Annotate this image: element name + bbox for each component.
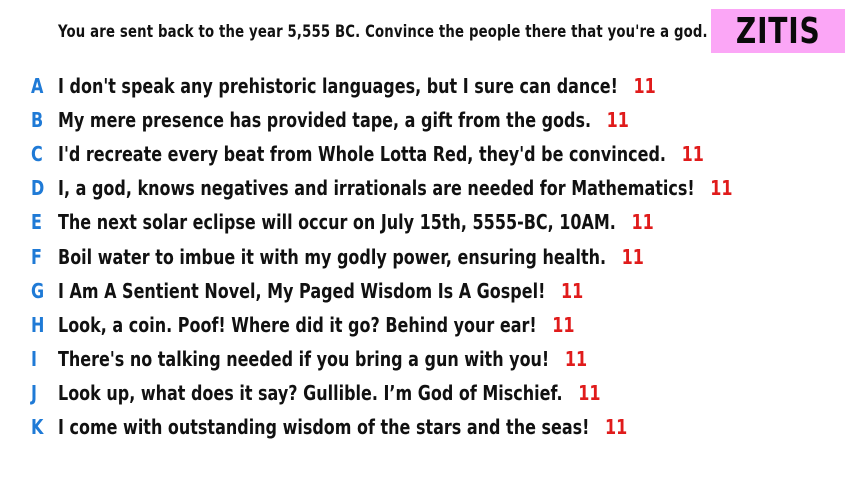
- answer-text: My mere presence has provided tape, a gi…: [58, 108, 592, 133]
- answer-text: Look up, what does it say? Gullible. I’m…: [58, 380, 563, 405]
- team-badge: ZITIS: [711, 9, 845, 53]
- answer-content: I come with outstanding wisdom of the st…: [58, 410, 627, 444]
- answer-score: 11: [710, 176, 733, 201]
- answer-content: I don't speak any prehistoric languages,…: [58, 69, 656, 103]
- answer-letter: E: [31, 210, 42, 235]
- answer-row: F Boil water to imbue it with my godly p…: [0, 239, 853, 273]
- answer-text: I, a god, knows negatives and irrational…: [58, 176, 695, 201]
- answer-score: 11: [552, 312, 575, 337]
- answer-score: 11: [605, 414, 628, 439]
- answer-content: Look up, what does it say? Gullible. I’m…: [58, 376, 600, 410]
- answer-text: I'd recreate every beat from Whole Lotta…: [58, 142, 666, 167]
- answer-text: The next solar eclipse will occur on Jul…: [58, 210, 616, 235]
- answer-row: J Look up, what does it say? Gullible. I…: [0, 376, 853, 410]
- answer-letter: H: [31, 312, 45, 337]
- answer-letter: D: [31, 176, 45, 201]
- answer-score: 11: [621, 244, 644, 269]
- answer-text: I Am A Sentient Novel, My Paged Wisdom I…: [58, 278, 546, 303]
- answer-score: 11: [633, 74, 656, 99]
- answer-letter: A: [31, 74, 44, 99]
- answer-letter: B: [31, 108, 44, 133]
- answer-letter: K: [31, 414, 44, 439]
- team-badge-label: ZITIS: [735, 10, 821, 52]
- answer-row: B My mere presence has provided tape, a …: [0, 103, 853, 137]
- answer-text: I don't speak any prehistoric languages,…: [58, 74, 618, 99]
- answer-content: I'd recreate every beat from Whole Lotta…: [58, 137, 704, 171]
- answer-text: Boil water to imbue it with my godly pow…: [58, 244, 607, 269]
- answer-content: I Am A Sentient Novel, My Paged Wisdom I…: [58, 274, 583, 308]
- answer-row: K I come with outstanding wisdom of the …: [0, 410, 853, 444]
- answer-letter: J: [31, 380, 37, 405]
- answer-row: G I Am A Sentient Novel, My Paged Wisdom…: [0, 274, 853, 308]
- answer-letter: I: [31, 346, 37, 371]
- answer-score: 11: [631, 210, 654, 235]
- answer-score: 11: [606, 108, 629, 133]
- answer-content: The next solar eclipse will occur on Jul…: [58, 205, 654, 239]
- answer-row: D I, a god, knows negatives and irration…: [0, 171, 853, 205]
- answer-content: Boil water to imbue it with my godly pow…: [58, 239, 644, 273]
- answer-text: There's no talking needed if you bring a…: [58, 346, 550, 371]
- answer-row: E The next solar eclipse will occur on J…: [0, 205, 853, 239]
- question-prompt: You are sent back to the year 5,555 BC. …: [58, 22, 708, 42]
- answer-row: C I'd recreate every beat from Whole Lot…: [0, 137, 853, 171]
- answer-letter: C: [31, 142, 43, 167]
- answer-list: A I don't speak any prehistoric language…: [0, 69, 853, 444]
- answer-letter: F: [31, 244, 42, 269]
- answer-row: I There's no talking needed if you bring…: [0, 342, 853, 376]
- answer-score: 11: [578, 380, 601, 405]
- answer-content: My mere presence has provided tape, a gi…: [58, 103, 629, 137]
- answer-text: I come with outstanding wisdom of the st…: [58, 414, 590, 439]
- answer-score: 11: [681, 142, 704, 167]
- answer-score: 11: [560, 278, 584, 303]
- answer-letter: G: [31, 278, 45, 303]
- answer-row: H Look, a coin. Poof! Where did it go? B…: [0, 308, 853, 342]
- answer-score: 11: [564, 346, 588, 371]
- answer-content: Look, a coin. Poof! Where did it go? Beh…: [58, 308, 575, 342]
- answer-row: A I don't speak any prehistoric language…: [0, 69, 853, 103]
- answer-content: There's no talking needed if you bring a…: [58, 342, 587, 376]
- answer-text: Look, a coin. Poof! Where did it go? Beh…: [58, 312, 537, 337]
- answer-content: I, a god, knows negatives and irrational…: [58, 171, 733, 205]
